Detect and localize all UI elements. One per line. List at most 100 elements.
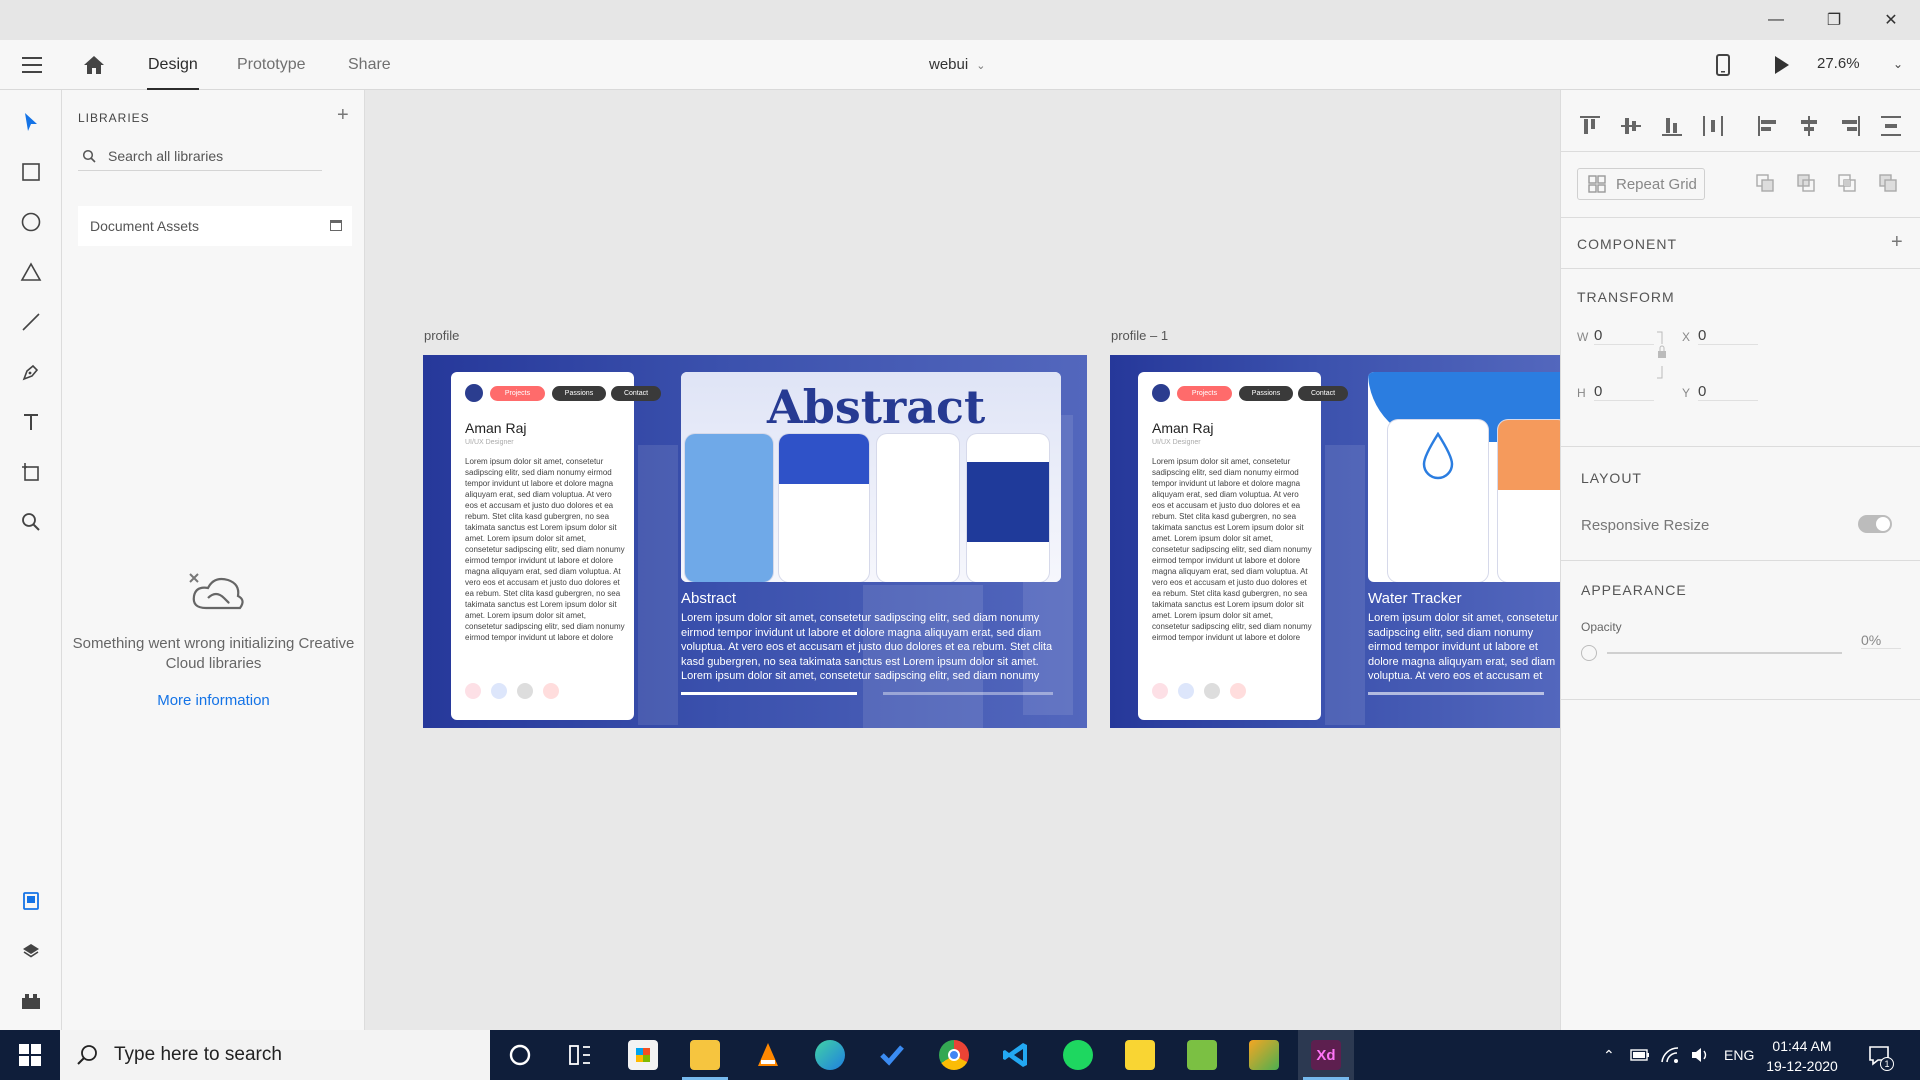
artboard-label[interactable]: profile	[424, 328, 459, 343]
height-label: H	[1577, 386, 1586, 400]
select-tool-icon[interactable]	[19, 110, 43, 134]
wifi-icon[interactable]	[1660, 1046, 1680, 1064]
profile-bio: Lorem ipsum dolor sit amet, consetetur s…	[465, 457, 625, 642]
subtract-boolean-icon[interactable]	[1796, 173, 1816, 193]
tab-passions-pill: Passions	[1239, 386, 1293, 401]
y-label: Y	[1682, 386, 1691, 400]
opacity-field[interactable]: 0%	[1861, 632, 1901, 649]
cortana-icon[interactable]	[505, 1040, 535, 1070]
vlc-icon[interactable]	[753, 1040, 783, 1070]
avatar	[1152, 384, 1170, 402]
repeat-grid-button[interactable]: Repeat Grid	[1577, 168, 1705, 200]
align-bottom-icon[interactable]	[1660, 114, 1684, 138]
align-middle-icon[interactable]	[1619, 114, 1643, 138]
layers-panel-icon[interactable]	[19, 939, 43, 963]
text-tool-icon[interactable]	[19, 410, 43, 434]
start-button[interactable]	[0, 1030, 60, 1080]
tab-passions-pill: Passions	[552, 386, 606, 401]
battery-icon[interactable]	[1630, 1048, 1650, 1062]
layout-section-title: LAYOUT	[1581, 470, 1642, 486]
plugins-panel-icon[interactable]	[19, 989, 43, 1013]
y-field[interactable]: 0	[1698, 383, 1758, 401]
distribute-vertical-icon[interactable]	[1879, 114, 1903, 138]
document-assets-item[interactable]: Document Assets	[78, 206, 352, 246]
opacity-slider-knob[interactable]	[1581, 645, 1597, 661]
search-libraries-input[interactable]	[108, 147, 308, 164]
zoom-chevron-icon[interactable]: ⌄	[1893, 57, 1903, 71]
task-view-icon[interactable]	[565, 1040, 595, 1070]
taskbar-search-box[interactable]: Type here to search	[60, 1030, 490, 1080]
system-clock[interactable]: 01:44 AM 19-12-2020	[1760, 1036, 1844, 1076]
x-field[interactable]: 0	[1698, 327, 1758, 345]
volume-icon[interactable]	[1690, 1046, 1710, 1064]
zoom-level[interactable]: 27.6%	[1817, 55, 1860, 72]
clock-date: 19-12-2020	[1766, 1058, 1838, 1074]
assets-panel-icon[interactable]	[19, 889, 43, 913]
artboard-profile[interactable]: Projects Passions Contact Aman Raj UI/UX…	[423, 355, 1087, 728]
project-description: Lorem ipsum dolor sit amet, consetetur s…	[1368, 612, 1559, 683]
edge-icon[interactable]	[815, 1040, 845, 1070]
chrome-icon[interactable]	[939, 1040, 969, 1070]
opacity-slider-track[interactable]	[1607, 652, 1842, 654]
align-left-icon[interactable]	[1756, 114, 1780, 138]
exclude-boolean-icon[interactable]	[1878, 173, 1898, 193]
width-field[interactable]: 0	[1594, 327, 1654, 345]
show-hidden-icons-chevron-icon[interactable]: ⌃	[1603, 1030, 1615, 1080]
todo-icon[interactable]	[877, 1040, 907, 1070]
phone-mockup	[685, 434, 773, 582]
height-field[interactable]: 0	[1594, 383, 1654, 401]
artboard-profile-1[interactable]: Projects Passions Contact Aman Raj UI/UX…	[1110, 355, 1560, 728]
responsive-resize-toggle[interactable]	[1858, 515, 1892, 533]
hamburger-menu-icon[interactable]	[22, 57, 42, 73]
carousel-indicator	[883, 692, 1053, 695]
design-canvas[interactable]: profile Projects Passions Contact Aman R…	[366, 90, 1560, 1030]
language-indicator[interactable]: ENG	[1724, 1030, 1754, 1080]
line-tool-icon[interactable]	[19, 310, 43, 334]
polygon-tool-icon[interactable]	[19, 260, 43, 284]
maximize-button[interactable]: ❐	[1805, 0, 1863, 40]
carousel-indicator-active	[681, 692, 857, 695]
phone-mockup	[877, 434, 959, 582]
artboard-tool-icon[interactable]	[19, 460, 43, 484]
phone-header	[779, 434, 869, 484]
library-search[interactable]	[78, 141, 322, 171]
android-studio-icon[interactable]	[1187, 1040, 1217, 1070]
document-name: webui	[929, 56, 969, 73]
home-icon[interactable]	[82, 54, 106, 76]
pen-tool-icon[interactable]	[19, 360, 43, 384]
ellipse-tool-icon[interactable]	[19, 210, 43, 234]
microsoft-store-icon[interactable]	[628, 1040, 658, 1070]
more-information-link[interactable]: More information	[62, 692, 365, 709]
spotify-icon[interactable]	[1063, 1040, 1093, 1070]
active-app-highlight	[1298, 1030, 1354, 1080]
tab-projects-pill: Projects	[490, 386, 545, 401]
bluestacks-icon[interactable]	[1249, 1040, 1279, 1070]
align-center-icon[interactable]	[1797, 114, 1821, 138]
add-library-button[interactable]: +	[337, 104, 349, 127]
align-top-icon[interactable]	[1578, 114, 1602, 138]
device-preview-icon[interactable]	[1716, 54, 1730, 81]
distribute-horizontal-icon[interactable]	[1701, 114, 1725, 138]
vscode-icon[interactable]	[1001, 1040, 1031, 1070]
add-boolean-icon[interactable]	[1755, 173, 1775, 193]
tab-share[interactable]: Share	[348, 56, 391, 74]
rectangle-tool-icon[interactable]	[19, 160, 43, 184]
profile-name: Aman Raj	[1152, 420, 1214, 436]
artboard-label[interactable]: profile – 1	[1111, 328, 1168, 343]
lock-aspect-icon[interactable]	[1655, 330, 1669, 380]
document-name-dropdown[interactable]: webui ⌄	[929, 56, 985, 73]
play-preview-icon[interactable]	[1774, 55, 1790, 80]
zoom-tool-icon[interactable]	[19, 510, 43, 534]
intersect-boolean-icon[interactable]	[1837, 173, 1857, 193]
minimize-button[interactable]: —	[1747, 0, 1805, 40]
phone-content-block	[967, 462, 1049, 542]
align-right-icon[interactable]	[1838, 114, 1862, 138]
tab-design[interactable]: Design	[148, 56, 198, 74]
add-component-button[interactable]: +	[1891, 231, 1903, 254]
sticky-notes-icon[interactable]	[1125, 1040, 1155, 1070]
tab-prototype[interactable]: Prototype	[237, 56, 305, 74]
file-explorer-icon[interactable]	[690, 1040, 720, 1070]
close-window-button[interactable]: ✕	[1862, 0, 1920, 40]
profile-name: Aman Raj	[465, 420, 527, 436]
phone-mockup	[1388, 420, 1488, 582]
